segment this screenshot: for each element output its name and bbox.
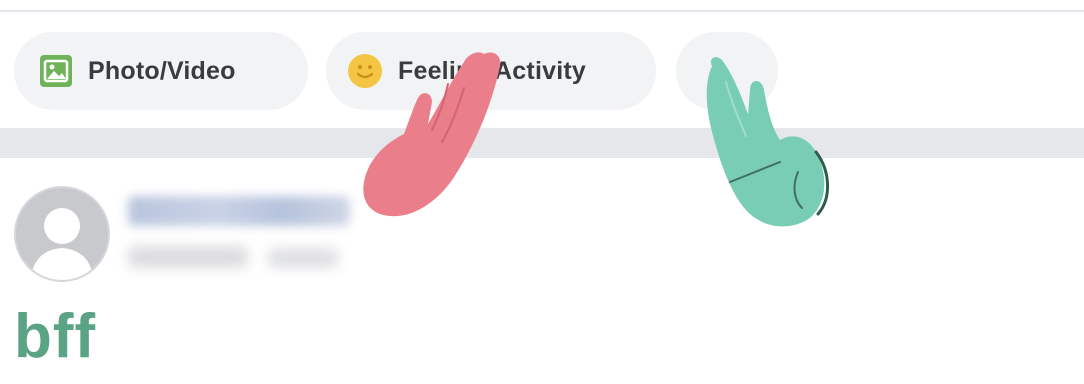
composer-actions: Photo/Video Feeling/Activity <box>0 32 1084 110</box>
section-separator <box>0 128 1084 158</box>
green-hand-icon <box>706 57 830 227</box>
photo-video-label: Photo/Video <box>88 56 236 85</box>
post-text: bff <box>14 302 97 371</box>
photo-icon <box>40 55 72 87</box>
audience-indicator <box>268 248 338 268</box>
photo-video-button[interactable]: Photo/Video <box>14 32 308 110</box>
red-hand-icon <box>363 52 501 217</box>
post-timestamp[interactable] <box>128 246 248 268</box>
author-name[interactable] <box>128 196 350 226</box>
top-divider <box>0 10 1084 12</box>
avatar[interactable] <box>14 186 110 282</box>
